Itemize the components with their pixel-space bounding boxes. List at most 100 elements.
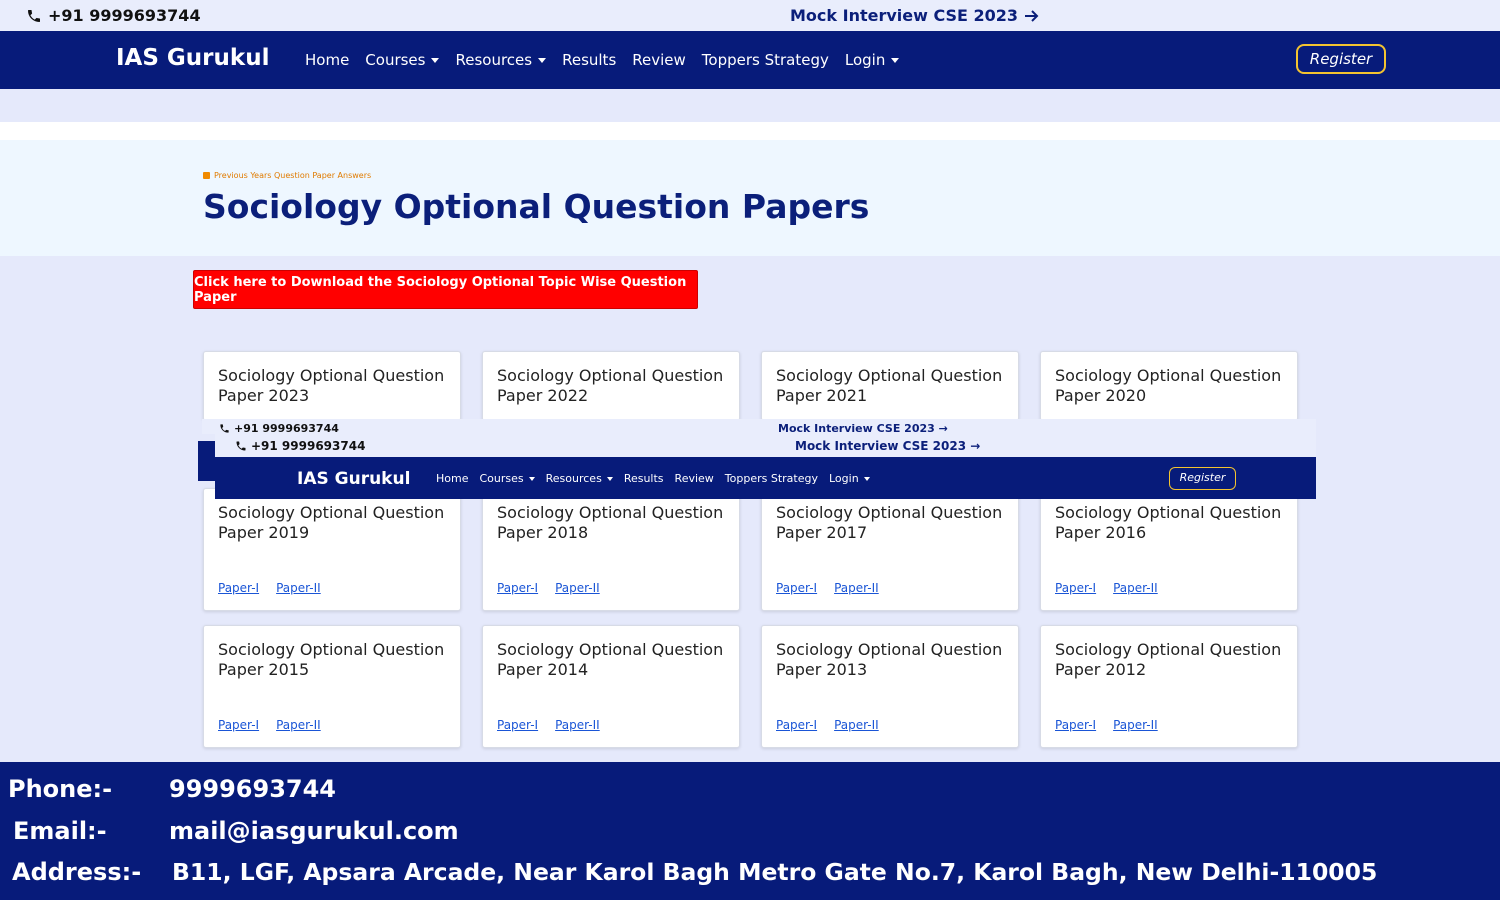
paper-card: Sociology Optional Question Paper 2020 [1040,351,1298,421]
nav-home-label: Home [305,51,350,69]
phone-icon [220,424,229,433]
arrow-right-icon [1025,9,1039,22]
paper-card: Sociology Optional Question Paper 2013 P… [761,625,1019,748]
overlay-phone[interactable]: +91 9999693744 [235,439,365,453]
paper-2-link[interactable]: Paper-II [834,581,879,595]
site-logo[interactable]: IAS Gurukul [116,45,269,71]
caret-down-icon [431,57,440,63]
paper-2-link[interactable]: Paper-II [276,718,321,732]
mock-interview-text: Mock Interview CSE 2023 [790,6,1019,25]
caret-down-icon [863,476,870,481]
contact-footer: Phone:- 9999693744 Email:- mail@iasguruk… [0,762,1500,900]
card-title: Sociology Optional Question Paper 2020 [1055,366,1282,405]
nav-toppers-label: Toppers Strategy [701,51,829,69]
nav-results[interactable]: Results [562,51,616,69]
main-navbar: IAS Gurukul Home Courses Resources Resul… [0,31,1500,89]
card-links: Paper-I Paper-II [1055,581,1158,595]
card-links: Paper-I Paper-II [497,581,600,595]
nav-login[interactable]: Login [844,51,900,69]
overlay-register-button[interactable]: Register [1169,467,1236,490]
paper-2-link[interactable]: Paper-II [1113,718,1158,732]
nav-home[interactable]: Home [305,51,349,69]
nav-resources[interactable]: Resources [455,51,547,69]
paper-card: Sociology Optional Question Paper 2022 [482,351,740,421]
card-title: Sociology Optional Question Paper 2018 [497,503,724,542]
nav-results[interactable]: Results [624,472,664,485]
card-links: Paper-I Paper-II [218,718,321,732]
breadcrumb-text: Previous Years Question Paper Answers [214,171,372,180]
nav-courses[interactable]: Courses [365,51,440,69]
overlay-logo[interactable]: IAS Gurukul [297,469,410,489]
paper-1-link[interactable]: Paper-I [497,581,538,595]
paper-1-link[interactable]: Paper-I [1055,581,1096,595]
paper-1-link[interactable]: Paper-I [218,581,259,595]
paper-2-link[interactable]: Paper-II [276,581,321,595]
nav-resources-label: Resources [545,472,602,485]
phone-icon [236,441,246,451]
nav-courses[interactable]: Courses [479,472,535,485]
card-title: Sociology Optional Question Paper 2022 [497,366,724,405]
overlay-phone-text: +91 9999693744 [251,439,366,453]
nav-login[interactable]: Login [829,472,870,485]
paper-2-link[interactable]: Paper-II [555,581,600,595]
nav-login-label: Login [844,51,886,69]
nav-review[interactable]: Review [632,51,686,69]
page-title: Sociology Optional Question Papers [203,187,870,226]
nav-resources[interactable]: Resources [546,472,613,485]
card-links: Paper-I Paper-II [776,718,879,732]
overlay-mock-text: Mock Interview CSE 2023 [795,439,967,453]
overlay-contact-strip: +91 9999693744 Mock Interview CSE 2023 → [202,419,1316,435]
nav-courses-label: Courses [365,51,426,69]
paper-1-link[interactable]: Paper-I [1055,718,1096,732]
card-title: Sociology Optional Question Paper 2014 [497,640,724,679]
footer-email-value[interactable]: mail@iasgurukul.com [169,817,459,845]
overlay-contact-strip: +91 9999693744 Mock Interview CSE 2023 → [215,434,1316,457]
nav-menu: Home Courses Resources Results Review To… [305,51,900,69]
paper-card: Sociology Optional Question Paper 2017 P… [761,488,1019,611]
nav-home[interactable]: Home [436,472,468,485]
caret-down-icon [606,476,613,481]
footer-email-label: Email:- [13,817,107,845]
footer-phone-value[interactable]: 9999693744 [169,775,336,803]
card-title: Sociology Optional Question Paper 2015 [218,640,445,679]
footer-phone-label: Phone:- [8,775,113,803]
card-links: Paper-I Paper-II [1055,718,1158,732]
card-title: Sociology Optional Question Paper 2019 [218,503,445,542]
caret-down-icon [891,57,900,63]
top-contact-strip: +91 9999693744 Mock Interview CSE 2023 [0,0,1500,31]
download-topic-wise-button[interactable]: Click here to Download the Sociology Opt… [193,270,698,309]
nav-results-label: Results [562,51,617,69]
caret-down-icon [538,57,547,63]
overlay-edge [198,441,215,481]
breadcrumb[interactable]: Previous Years Question Paper Answers [203,171,371,180]
mock-interview-link[interactable]: Mock Interview CSE 2023 [790,6,1040,25]
paper-1-link[interactable]: Paper-I [497,718,538,732]
paper-2-link[interactable]: Paper-II [555,718,600,732]
footer-address-label: Address:- [12,858,142,886]
paper-card: Sociology Optional Question Paper 2014 P… [482,625,740,748]
overlay-mock-link[interactable]: Mock Interview CSE 2023 → [795,439,980,453]
nav-review-label: Review [674,472,714,485]
card-title: Sociology Optional Question Paper 2012 [1055,640,1282,679]
card-title: Sociology Optional Question Paper 2016 [1055,503,1282,542]
overlay-nav-menu: Home Courses Resources Results Review To… [436,472,870,485]
card-title: Sociology Optional Question Paper 2013 [776,640,1003,679]
paper-2-link[interactable]: Paper-II [834,718,879,732]
nav-courses-label: Courses [479,472,524,485]
nav-toppers-strategy[interactable]: Toppers Strategy [725,472,818,485]
topbar-phone[interactable]: +91 9999693744 [26,6,201,25]
footer-address-value: B11, LGF, Apsara Arcade, Near Karol Bagh… [172,858,1378,886]
paper-1-link[interactable]: Paper-I [776,718,817,732]
topbar-phone-text: +91 9999693744 [48,6,201,25]
spacer-band [0,122,1500,140]
card-title: Sociology Optional Question Paper 2021 [776,366,1003,405]
nav-home-label: Home [436,472,469,485]
card-links: Paper-I Paper-II [218,581,321,595]
paper-1-link[interactable]: Paper-I [218,718,259,732]
register-button[interactable]: Register [1296,44,1386,74]
overlay-navbar: IAS Gurukul Home Courses Resources Resul… [215,457,1316,499]
paper-2-link[interactable]: Paper-II [1113,581,1158,595]
paper-1-link[interactable]: Paper-I [776,581,817,595]
nav-review[interactable]: Review [675,472,714,485]
nav-toppers-strategy[interactable]: Toppers Strategy [702,51,829,69]
